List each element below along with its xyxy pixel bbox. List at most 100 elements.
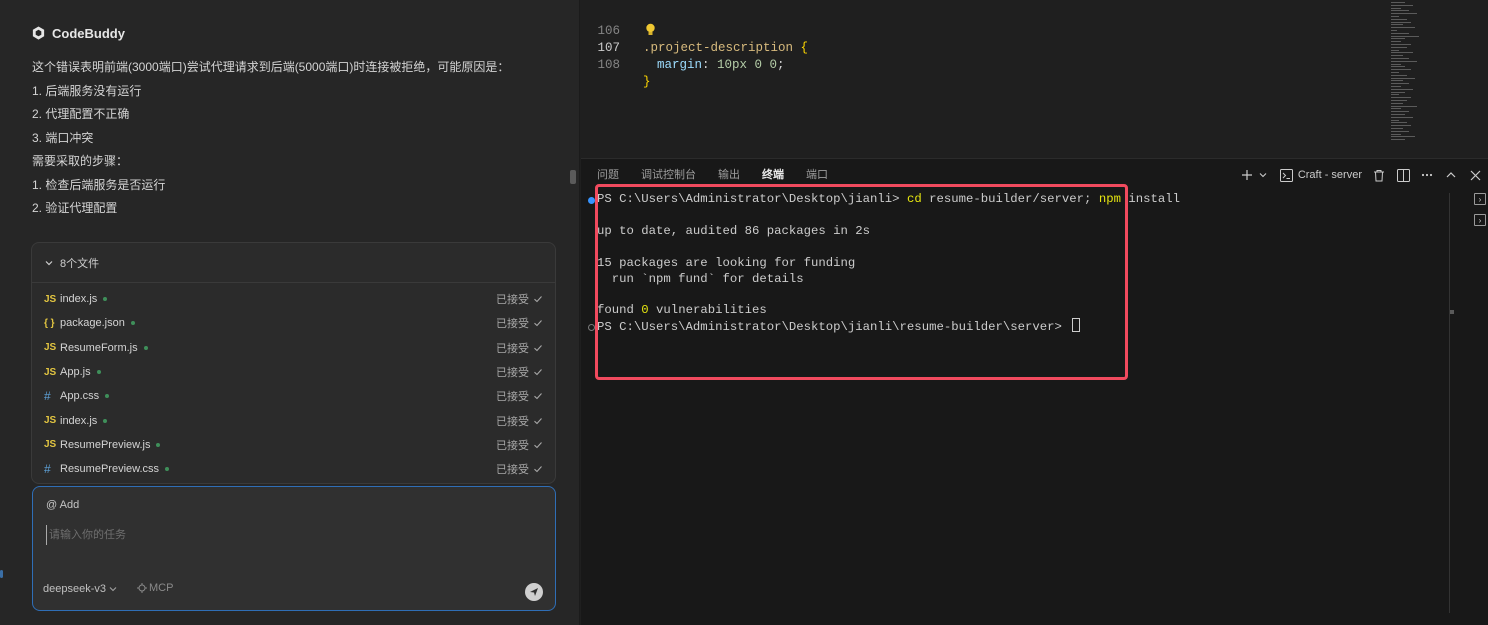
minimap-line	[1391, 44, 1411, 45]
send-button[interactable]	[525, 583, 543, 601]
minimap-line	[1391, 114, 1405, 115]
check-icon	[534, 466, 542, 473]
add-context-button[interactable]: @ Add	[46, 499, 79, 511]
modified-dot-icon	[143, 345, 148, 350]
minimap-line	[1391, 2, 1405, 3]
command-success-decoration[interactable]	[588, 197, 595, 204]
modified-dot-icon	[165, 467, 170, 472]
highlight-box	[595, 184, 1128, 380]
close-icon	[1470, 170, 1480, 180]
files-toggle[interactable]: 8个文件	[32, 243, 555, 283]
mcp-button[interactable]: MCP	[137, 582, 173, 594]
file-status: 已接受	[496, 464, 529, 477]
split-terminal-button[interactable]	[1396, 168, 1410, 182]
file-row[interactable]: JS App.js 已接受	[32, 360, 555, 384]
minimap-line	[1391, 60, 1417, 62]
minimap[interactable]	[1391, 0, 1441, 150]
file-status: 已接受	[496, 342, 529, 355]
minimap-line	[1391, 52, 1413, 54]
plug-icon	[137, 583, 147, 593]
mcp-label: MCP	[149, 582, 174, 594]
chevron-up-icon	[1446, 172, 1456, 178]
minimap-line	[1391, 16, 1399, 17]
new-terminal-button[interactable]	[1240, 168, 1254, 182]
css-property: margin	[657, 58, 703, 72]
model-selector[interactable]: deepseek-v3	[43, 583, 118, 595]
chat-scrollbar[interactable]	[570, 170, 576, 184]
trash-icon	[1374, 169, 1384, 181]
minimap-line	[1391, 116, 1413, 118]
minimap-line	[1391, 102, 1403, 104]
close-panel-button[interactable]	[1468, 168, 1482, 182]
command-pending-decoration[interactable]	[588, 324, 595, 331]
file-status: 已接受	[496, 391, 529, 404]
minimap-line	[1391, 125, 1411, 127]
message-line: 1. 后端服务没有运行	[32, 83, 142, 98]
file-row[interactable]: JS index.js 已接受	[32, 287, 555, 311]
check-icon	[534, 344, 542, 352]
js-file-icon: JS	[44, 342, 57, 354]
check-icon	[534, 417, 542, 424]
check-icon	[534, 320, 542, 327]
minimap-line	[1391, 133, 1401, 135]
terminal-scrollbar[interactable]	[1449, 193, 1450, 613]
file-status: 已接受	[496, 439, 529, 452]
minimap-line	[1391, 80, 1403, 82]
file-row[interactable]: # ResumePreview.css 已接受	[32, 457, 555, 481]
files-count-label: 8个文件	[60, 257, 100, 270]
chevron-down-icon	[109, 587, 117, 592]
file-name: ResumeForm.js	[60, 341, 138, 354]
file-row[interactable]: JS ResumePreview.js 已接受	[32, 433, 555, 457]
file-name: package.json	[60, 317, 125, 330]
minimap-line	[1391, 86, 1401, 87]
modified-dot-icon	[105, 394, 110, 399]
message-line: 1. 检查后端服务是否运行	[32, 177, 166, 192]
terminal-tab-icon[interactable]: ›	[1474, 214, 1486, 226]
plus-icon	[1241, 170, 1252, 180]
more-actions-button[interactable]	[1420, 168, 1434, 182]
css-brace: {	[793, 41, 809, 55]
modified-dot-icon	[103, 297, 108, 302]
line-number: 108	[597, 58, 620, 72]
minimap-line	[1391, 139, 1405, 141]
maximize-panel-button[interactable]	[1444, 168, 1458, 182]
minimap-line	[1391, 4, 1413, 6]
brand-name: CodeBuddy	[52, 25, 125, 41]
minimap-line	[1391, 69, 1411, 71]
minimap-line	[1391, 66, 1405, 68]
minimap-line	[1391, 7, 1401, 9]
minimap-line	[1391, 58, 1409, 59]
chevron-down-icon	[1259, 173, 1267, 178]
terminal-dropdown-button[interactable]	[1256, 168, 1270, 182]
minimap-line	[1391, 55, 1403, 57]
file-row[interactable]: JS index.js 已接受	[32, 408, 555, 432]
file-row[interactable]: { } package.json 已接受	[32, 311, 555, 335]
minimap-line	[1391, 27, 1415, 29]
minimap-line	[1391, 74, 1407, 76]
file-row[interactable]: JS ResumeForm.js 已接受	[32, 336, 555, 360]
split-icon	[1396, 168, 1410, 182]
file-row[interactable]: # App.css 已接受	[32, 384, 555, 408]
file-name: App.js	[60, 366, 91, 379]
kill-terminal-button[interactable]	[1372, 168, 1386, 182]
minimap-line	[1391, 30, 1397, 31]
minimap-line	[1391, 24, 1403, 26]
minimap-line	[1391, 18, 1407, 20]
minimap-line	[1391, 119, 1399, 121]
file-status: 已接受	[496, 415, 529, 428]
minimap-line	[1391, 38, 1405, 40]
check-icon	[534, 393, 542, 400]
terminal-selector[interactable]: Craft - server	[1279, 168, 1362, 182]
code-line: 107 margin: 10px 0 0;	[581, 23, 784, 72]
code-editor[interactable]: 106 .project-description { 107 margin: 1…	[581, 0, 1488, 158]
minimap-line	[1391, 13, 1417, 15]
minimap-line	[1391, 77, 1415, 79]
assistant-message: 这个错误表明前端(3000端口)尝试代理请求到后端(5000端口)时连接被拒绝，…	[32, 58, 552, 223]
minimap-line	[1391, 130, 1409, 132]
js-file-icon: JS	[44, 366, 57, 378]
task-input[interactable]	[46, 525, 536, 545]
terminal-tab-icon[interactable]: ›	[1474, 193, 1486, 205]
minimap-line	[1391, 97, 1411, 99]
model-name: deepseek-v3	[43, 583, 106, 595]
lightbulb-icon[interactable]	[645, 23, 656, 37]
